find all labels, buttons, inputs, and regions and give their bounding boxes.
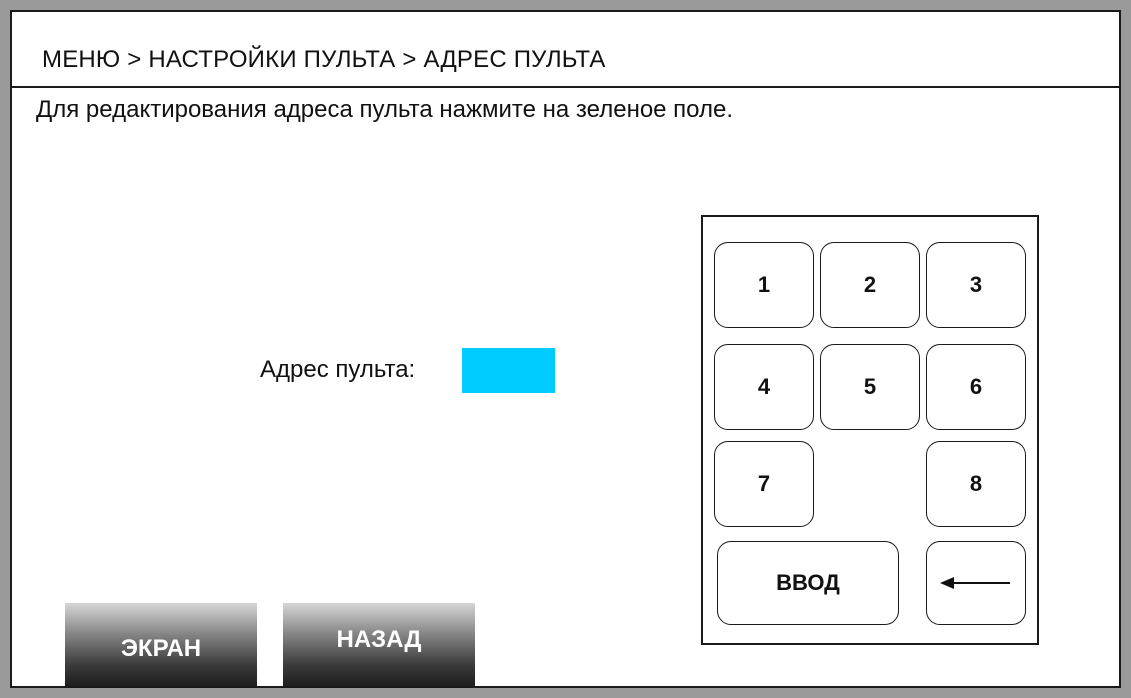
key-6[interactable]: 6 <box>926 344 1026 430</box>
key-2[interactable]: 2 <box>820 242 920 328</box>
instruction-text: Для редактирования адреса пульта нажмите… <box>36 96 734 123</box>
back-button[interactable]: НАЗАД <box>283 603 475 686</box>
numeric-keypad: 1 2 3 4 5 6 7 8 ВВОД <box>701 215 1039 645</box>
header-divider <box>12 86 1119 88</box>
enter-button[interactable]: ВВОД <box>717 541 899 625</box>
address-label: Адрес пульта: <box>260 356 416 383</box>
key-8[interactable]: 8 <box>926 441 1026 527</box>
breadcrumb: МЕНЮ > НАСТРОЙКИ ПУЛЬТА > АДРЕС ПУЛЬТА <box>42 46 606 73</box>
key-7[interactable]: 7 <box>714 441 814 527</box>
key-4[interactable]: 4 <box>714 344 814 430</box>
key-3[interactable]: 3 <box>926 242 1026 328</box>
backspace-button[interactable] <box>926 541 1026 625</box>
screen-button[interactable]: ЭКРАН <box>65 603 257 686</box>
left-arrow-icon <box>940 575 1012 591</box>
key-1[interactable]: 1 <box>714 242 814 328</box>
address-input[interactable] <box>462 348 555 393</box>
key-5[interactable]: 5 <box>820 344 920 430</box>
